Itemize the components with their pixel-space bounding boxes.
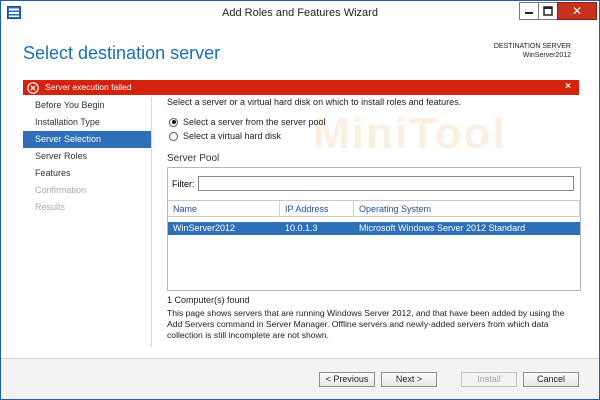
server-pool-panel: Filter: Name IP Address Operating System…: [167, 167, 581, 291]
window-title: Add Roles and Features Wizard: [222, 7, 378, 19]
column-header-name[interactable]: Name: [168, 201, 280, 217]
close-window-button[interactable]: ✕: [557, 2, 597, 20]
dismiss-error-icon[interactable]: ×: [565, 81, 571, 92]
wizard-header: Select destination server DESTINATION SE…: [1, 25, 599, 77]
cancel-button[interactable]: Cancel: [523, 372, 579, 387]
title-bar[interactable]: Add Roles and Features Wizard ✕: [1, 1, 599, 25]
filter-input[interactable]: [198, 176, 574, 191]
install-button: Install: [461, 372, 517, 387]
filter-label: Filter:: [172, 178, 195, 189]
error-message: Server execution failed: [45, 82, 132, 92]
close-icon: ✕: [571, 4, 583, 18]
minitool-watermark: MiniTool: [313, 109, 507, 158]
server-pool-radio-label: Select a server from the server pool: [183, 117, 326, 127]
previous-button[interactable]: < Previous: [319, 372, 375, 387]
maximize-icon: [543, 6, 553, 16]
maximize-button[interactable]: [538, 2, 558, 20]
server-pool-heading: Server Pool: [167, 153, 220, 164]
nav-item-before-you-begin[interactable]: Before You Begin: [23, 97, 151, 114]
column-header-ip-address[interactable]: IP Address: [280, 201, 354, 217]
wizard-window: Add Roles and Features Wizard ✕ Select d…: [0, 0, 600, 400]
nav-item-features[interactable]: Features: [23, 165, 151, 182]
wizard-footer: < Previous Next > Install Cancel: [1, 359, 599, 399]
error-banner: Server execution failed ×: [23, 80, 579, 95]
next-button[interactable]: Next >: [381, 372, 437, 387]
vhd-radio-label: Select a virtual hard disk: [183, 131, 282, 141]
vhd-radio[interactable]: [169, 131, 178, 141]
nav-divider: [151, 97, 152, 347]
server-pool-description: This page shows servers that are running…: [167, 308, 565, 340]
cell-operating-system: Microsoft Windows Server 2012 Standard: [359, 223, 526, 233]
nav-item-server-selection[interactable]: Server Selection: [23, 131, 151, 148]
destination-server-value: WinServer2012: [522, 52, 571, 59]
server-grid-header: Name IP Address Operating System: [168, 200, 580, 217]
column-header-operating-system[interactable]: Operating System: [354, 201, 580, 217]
error-icon: [27, 81, 39, 94]
option-virtual-hard-disk[interactable]: Select a virtual hard disk: [169, 131, 281, 141]
nav-item-server-roles[interactable]: Server Roles: [23, 148, 151, 165]
nav-item-results: Results: [35, 202, 66, 212]
destination-server-label: DESTINATION SERVER: [493, 43, 571, 50]
filter-row: Filter:: [172, 176, 574, 191]
cell-ip-address: 10.0.1.3: [285, 223, 318, 233]
table-row[interactable]: WinServer2012 10.0.1.3 Microsoft Windows…: [168, 222, 580, 235]
nav-item-installation-type[interactable]: Installation Type: [23, 114, 151, 131]
minimize-button[interactable]: [519, 2, 539, 20]
minimize-icon: [525, 12, 533, 14]
wizard-steps-nav: Before You Begin Installation Type Serve…: [23, 97, 151, 216]
computer-count: 1 Computer(s) found: [167, 295, 250, 305]
option-server-pool[interactable]: Select a server from the server pool: [169, 117, 326, 127]
cell-server-name: WinServer2012: [173, 223, 236, 233]
instruction-text: Select a server or a virtual hard disk o…: [167, 97, 462, 107]
page-title: Select destination server: [23, 43, 221, 63]
nav-item-confirmation: Confirmation: [35, 185, 87, 195]
server-pool-radio[interactable]: [169, 117, 178, 127]
